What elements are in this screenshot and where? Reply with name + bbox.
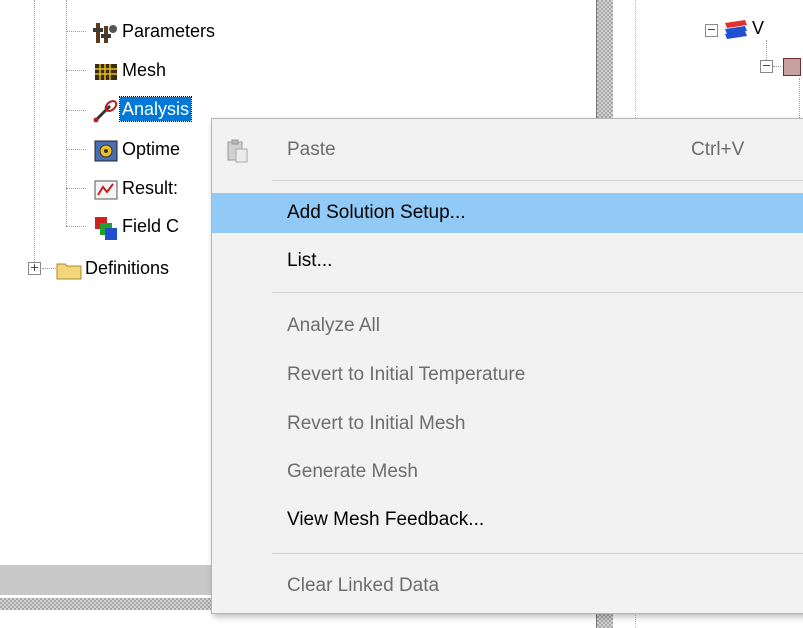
context-menu: Paste Ctrl+V Add Solution Setup... List.… — [211, 118, 803, 614]
tree-item-results[interactable]: Result: — [93, 175, 180, 201]
menu-item-shortcut: Ctrl+V — [691, 139, 745, 160]
field-calculator-icon — [93, 215, 117, 240]
tree-connector — [766, 40, 767, 60]
menu-item-label: Revert to Initial Temperature — [287, 364, 526, 385]
tree-item-label: Mesh — [122, 60, 167, 80]
tree-connector — [66, 70, 86, 71]
menu-item-list[interactable]: List... — [212, 241, 803, 281]
tree-item-label: Field C — [122, 216, 180, 236]
menu-item-label: Add Solution Setup... — [287, 202, 466, 223]
tree-connector — [42, 268, 56, 269]
tree-connector — [66, 226, 86, 227]
menu-item-label: View Mesh Feedback... — [287, 509, 485, 530]
parameters-icon — [93, 20, 117, 43]
optimetrics-icon — [93, 138, 118, 162]
tree-item-label: Result: — [122, 178, 179, 198]
menu-item-analyze-all[interactable]: Analyze All — [212, 306, 803, 346]
menu-separator — [272, 292, 803, 293]
menu-item-label: Revert to Initial Mesh — [287, 413, 466, 434]
menu-item-label: Paste — [287, 139, 336, 160]
menu-separator — [272, 553, 803, 554]
menu-separator — [272, 180, 803, 181]
results-icon — [93, 177, 118, 200]
tree-item-label: Optime — [122, 139, 181, 159]
expand-icon[interactable]: + — [28, 262, 41, 275]
menu-item-clear-linked-data[interactable]: Clear Linked Data — [212, 566, 803, 606]
tree-item-parameters[interactable]: Parameters — [93, 18, 217, 44]
folder-icon — [56, 257, 82, 280]
tree-connector — [34, 0, 35, 268]
collapse-icon[interactable]: − — [760, 60, 773, 73]
tree-connector — [66, 110, 86, 111]
analysis-icon — [93, 98, 118, 123]
menu-item-revert-initial-mesh[interactable]: Revert to Initial Mesh — [212, 404, 803, 444]
menu-item-label: Clear Linked Data — [287, 575, 440, 596]
menu-item-label: Analyze All — [287, 315, 380, 336]
layers-icon — [723, 18, 749, 40]
right-tree-item-label[interactable]: V — [752, 16, 764, 40]
tree-connector — [773, 66, 781, 67]
tree-connector — [799, 78, 800, 118]
collapse-icon[interactable]: − — [705, 24, 718, 37]
tree-item-analysis[interactable]: Analysis — [93, 96, 193, 123]
tree-item-label: Analysis — [118, 96, 193, 122]
menu-item-label: List... — [287, 250, 333, 271]
paste-icon — [225, 138, 251, 164]
tree-connector — [66, 188, 86, 189]
menu-item-generate-mesh[interactable]: Generate Mesh — [212, 452, 803, 492]
tree-connector — [66, 0, 67, 226]
menu-item-label: Generate Mesh — [287, 461, 418, 482]
menu-item-add-solution-setup[interactable]: Add Solution Setup... — [212, 193, 803, 233]
tree-item-definitions[interactable]: Definitions — [56, 255, 171, 281]
tree-item-optimetrics[interactable]: Optime — [93, 136, 182, 162]
tree-item-field-calculator[interactable]: Field C — [93, 213, 181, 240]
mesh-icon — [93, 59, 117, 81]
tree-connector — [66, 149, 86, 150]
tree-item-label: Parameters — [122, 21, 216, 41]
tree-item-label: Definitions — [85, 258, 170, 278]
box-icon — [783, 58, 801, 76]
tree-connector — [66, 31, 86, 32]
menu-item-paste[interactable]: Paste Ctrl+V — [212, 130, 803, 170]
menu-item-view-mesh-feedback[interactable]: View Mesh Feedback... — [212, 500, 803, 540]
tree-item-mesh[interactable]: Mesh — [93, 57, 168, 83]
menu-item-revert-initial-temperature[interactable]: Revert to Initial Temperature — [212, 355, 803, 395]
